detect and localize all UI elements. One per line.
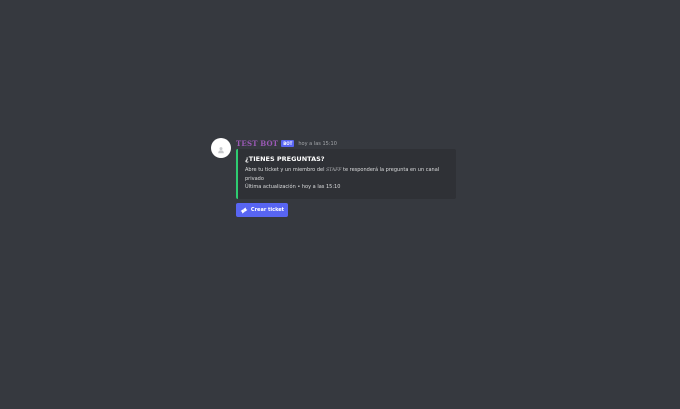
embed-description-before: Abre tu ticket y un miembro del — [245, 167, 325, 173]
embed-description: Abre tu ticket y un miembro del STAFF te… — [245, 166, 441, 183]
embed-description-staff: STAFF — [326, 168, 342, 173]
message-header: TEST BOT BOT hoy a las 15:10 — [236, 139, 337, 148]
bot-tag-badge: BOT — [281, 140, 295, 147]
default-avatar-icon — [217, 139, 225, 158]
bot-username[interactable]: TEST BOT — [236, 139, 278, 148]
message-timestamp: hoy a las 15:10 — [298, 140, 337, 147]
ticket-icon — [240, 207, 248, 214]
message-embed: ¿TIENES PREGUNTAS? Abre tu ticket y un m… — [236, 149, 456, 199]
bot-avatar[interactable] — [211, 138, 231, 158]
embed-footer: Última actualización • hoy a las 15:10 — [245, 184, 341, 190]
create-ticket-button[interactable]: Crear ticket — [236, 203, 288, 217]
embed-title: ¿TIENES PREGUNTAS? — [245, 155, 325, 163]
create-ticket-label: Crear ticket — [250, 207, 285, 213]
